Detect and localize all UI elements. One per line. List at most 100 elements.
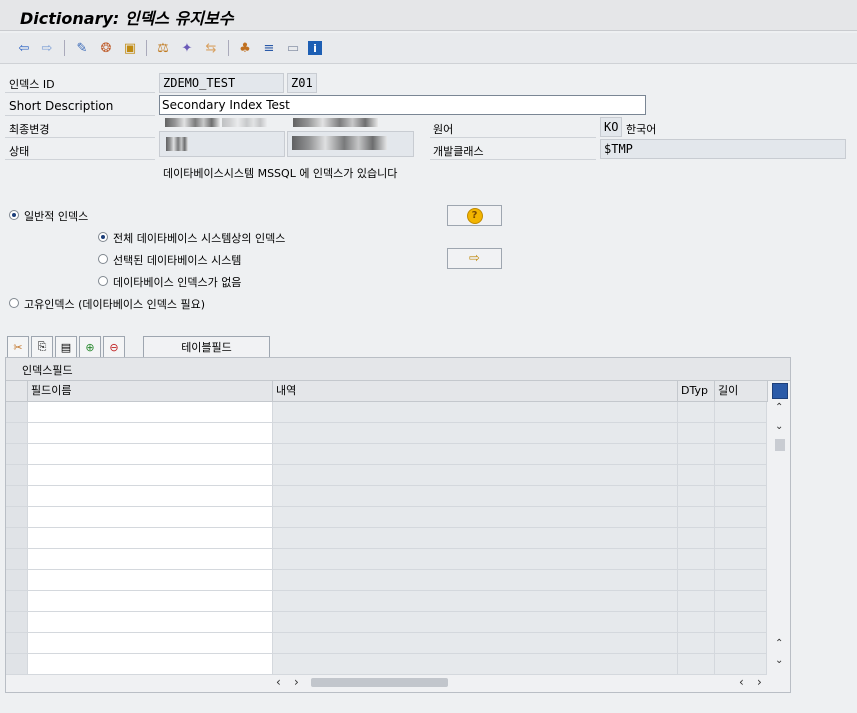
field-name-cell[interactable] bbox=[28, 486, 273, 506]
column-header-field-name[interactable]: 필드이름 bbox=[28, 381, 273, 402]
unique-index-label: 고유인덱스 (데이타베이스 인덱스 필요) bbox=[24, 298, 205, 311]
horizontal-scroll-thumb[interactable] bbox=[311, 678, 448, 687]
row-selector[interactable] bbox=[6, 423, 28, 443]
row-selector[interactable] bbox=[6, 612, 28, 632]
row-selector[interactable] bbox=[6, 528, 28, 548]
unique-index-radio[interactable] bbox=[9, 298, 19, 308]
column-header-length[interactable]: 길이 bbox=[715, 381, 768, 402]
info-icon[interactable]: i bbox=[308, 41, 322, 55]
row-selector[interactable] bbox=[6, 465, 28, 485]
navigator-icon[interactable]: ≡ bbox=[260, 39, 278, 57]
row-selector[interactable] bbox=[6, 444, 28, 464]
db-systems-button[interactable]: ⇨ bbox=[447, 248, 502, 269]
table-row bbox=[6, 633, 767, 654]
column-header-dtyp[interactable]: DTyp bbox=[678, 381, 715, 402]
length-cell bbox=[715, 423, 767, 443]
field-name-cell[interactable] bbox=[28, 549, 273, 569]
no-db-radio[interactable] bbox=[98, 276, 108, 286]
normal-index-label: 일반적 인덱스 bbox=[24, 210, 89, 223]
scroll-down-icon[interactable]: ⌄ bbox=[775, 655, 783, 666]
back-icon[interactable]: ⇦ bbox=[15, 39, 33, 57]
toolbar-separator bbox=[146, 40, 147, 56]
scroll-up-icon[interactable]: ⌃ bbox=[775, 402, 783, 413]
scroll-left-icon[interactable]: ‹ bbox=[276, 675, 281, 689]
active-inactive-icon[interactable]: ❂ bbox=[97, 39, 115, 57]
normal-index-radio[interactable] bbox=[9, 210, 19, 220]
dtyp-cell bbox=[678, 423, 715, 443]
activate-icon[interactable]: ✦ bbox=[178, 39, 196, 57]
field-name-cell[interactable] bbox=[28, 528, 273, 548]
field-name-cell[interactable] bbox=[28, 654, 273, 674]
short-description-input[interactable]: Secondary Index Test bbox=[159, 95, 646, 115]
language-label: 원어 bbox=[433, 123, 454, 136]
dev-class-label: 개발클래스 bbox=[433, 145, 484, 158]
table-row bbox=[6, 654, 767, 675]
row-selector[interactable] bbox=[6, 402, 28, 422]
column-settings-icon[interactable] bbox=[772, 383, 788, 399]
scroll-page-down-icon[interactable]: ⌄ bbox=[775, 421, 783, 432]
field-name-cell[interactable] bbox=[28, 570, 273, 590]
row-selector[interactable] bbox=[6, 507, 28, 527]
status-label: 상태 bbox=[9, 145, 30, 158]
index-id-label: 인덱스 ID bbox=[9, 78, 55, 91]
scroll-left-icon[interactable]: ‹ bbox=[739, 675, 744, 689]
table-row bbox=[6, 549, 767, 570]
insert-row-icon[interactable]: ⊕ bbox=[79, 336, 101, 358]
all-db-radio[interactable] bbox=[98, 232, 108, 242]
row-selector[interactable] bbox=[6, 570, 28, 590]
table-fields-button[interactable]: 테이블필드 bbox=[143, 336, 270, 358]
table-row bbox=[6, 486, 767, 507]
row-selector[interactable] bbox=[6, 654, 28, 674]
field-name-cell[interactable] bbox=[28, 444, 273, 464]
field-name-cell[interactable] bbox=[28, 612, 273, 632]
where-used-icon[interactable]: ⇆ bbox=[202, 39, 220, 57]
display-change-icon[interactable]: ✎ bbox=[73, 39, 91, 57]
toolbar-separator bbox=[64, 40, 65, 56]
dtyp-cell bbox=[678, 507, 715, 527]
dtyp-cell bbox=[678, 570, 715, 590]
check-icon[interactable]: ⚖ bbox=[154, 39, 172, 57]
help-button[interactable]: ? bbox=[447, 205, 502, 226]
column-header-description[interactable]: 내역 bbox=[273, 381, 678, 402]
length-cell bbox=[715, 633, 767, 653]
paste-icon[interactable]: ▤ bbox=[55, 336, 77, 358]
description-cell bbox=[273, 612, 678, 632]
row-selector[interactable] bbox=[6, 591, 28, 611]
description-cell bbox=[273, 633, 678, 653]
object-list-icon[interactable]: ▣ bbox=[121, 39, 139, 57]
cut-icon[interactable]: ✂ bbox=[7, 336, 29, 358]
hierarchy-icon[interactable]: ♣ bbox=[236, 39, 254, 57]
length-cell bbox=[715, 654, 767, 674]
copy-icon[interactable]: ⎘ bbox=[31, 336, 53, 358]
delete-row-icon[interactable]: ⊖ bbox=[103, 336, 125, 358]
field-name-cell[interactable] bbox=[28, 507, 273, 527]
field-name-cell[interactable] bbox=[28, 465, 273, 485]
dtyp-cell bbox=[678, 465, 715, 485]
row-selector-header[interactable] bbox=[6, 381, 28, 402]
row-selector[interactable] bbox=[6, 549, 28, 569]
index-table-field: ZDEMO_TEST bbox=[159, 73, 284, 93]
description-cell bbox=[273, 654, 678, 674]
field-name-cell[interactable] bbox=[28, 591, 273, 611]
dtyp-cell bbox=[678, 654, 715, 674]
field-name-cell[interactable] bbox=[28, 633, 273, 653]
scroll-page-up-icon[interactable]: ⌃ bbox=[775, 638, 783, 649]
row-selector[interactable] bbox=[6, 486, 28, 506]
all-db-label: 전체 데이타베이스 시스템상의 인덱스 bbox=[113, 232, 286, 245]
scroll-right-icon[interactable]: › bbox=[757, 675, 762, 689]
display-object-list-icon[interactable]: ▭ bbox=[284, 39, 302, 57]
last-changed-label: 최종변경 bbox=[9, 123, 50, 136]
field-name-cell[interactable] bbox=[28, 423, 273, 443]
field-name-cell[interactable] bbox=[28, 402, 273, 422]
scroll-right-icon[interactable]: › bbox=[294, 675, 299, 689]
table-row bbox=[6, 507, 767, 528]
window-title: Dictionary: 인덱스 유지보수 bbox=[20, 9, 234, 28]
export-icon: ⇨ bbox=[469, 251, 480, 266]
scroll-thumb[interactable] bbox=[775, 439, 785, 451]
table-row bbox=[6, 591, 767, 612]
selected-db-radio[interactable] bbox=[98, 254, 108, 264]
forward-icon[interactable]: ⇨ bbox=[38, 39, 56, 57]
table-title: 인덱스필드 bbox=[22, 364, 73, 377]
length-cell bbox=[715, 465, 767, 485]
row-selector[interactable] bbox=[6, 633, 28, 653]
